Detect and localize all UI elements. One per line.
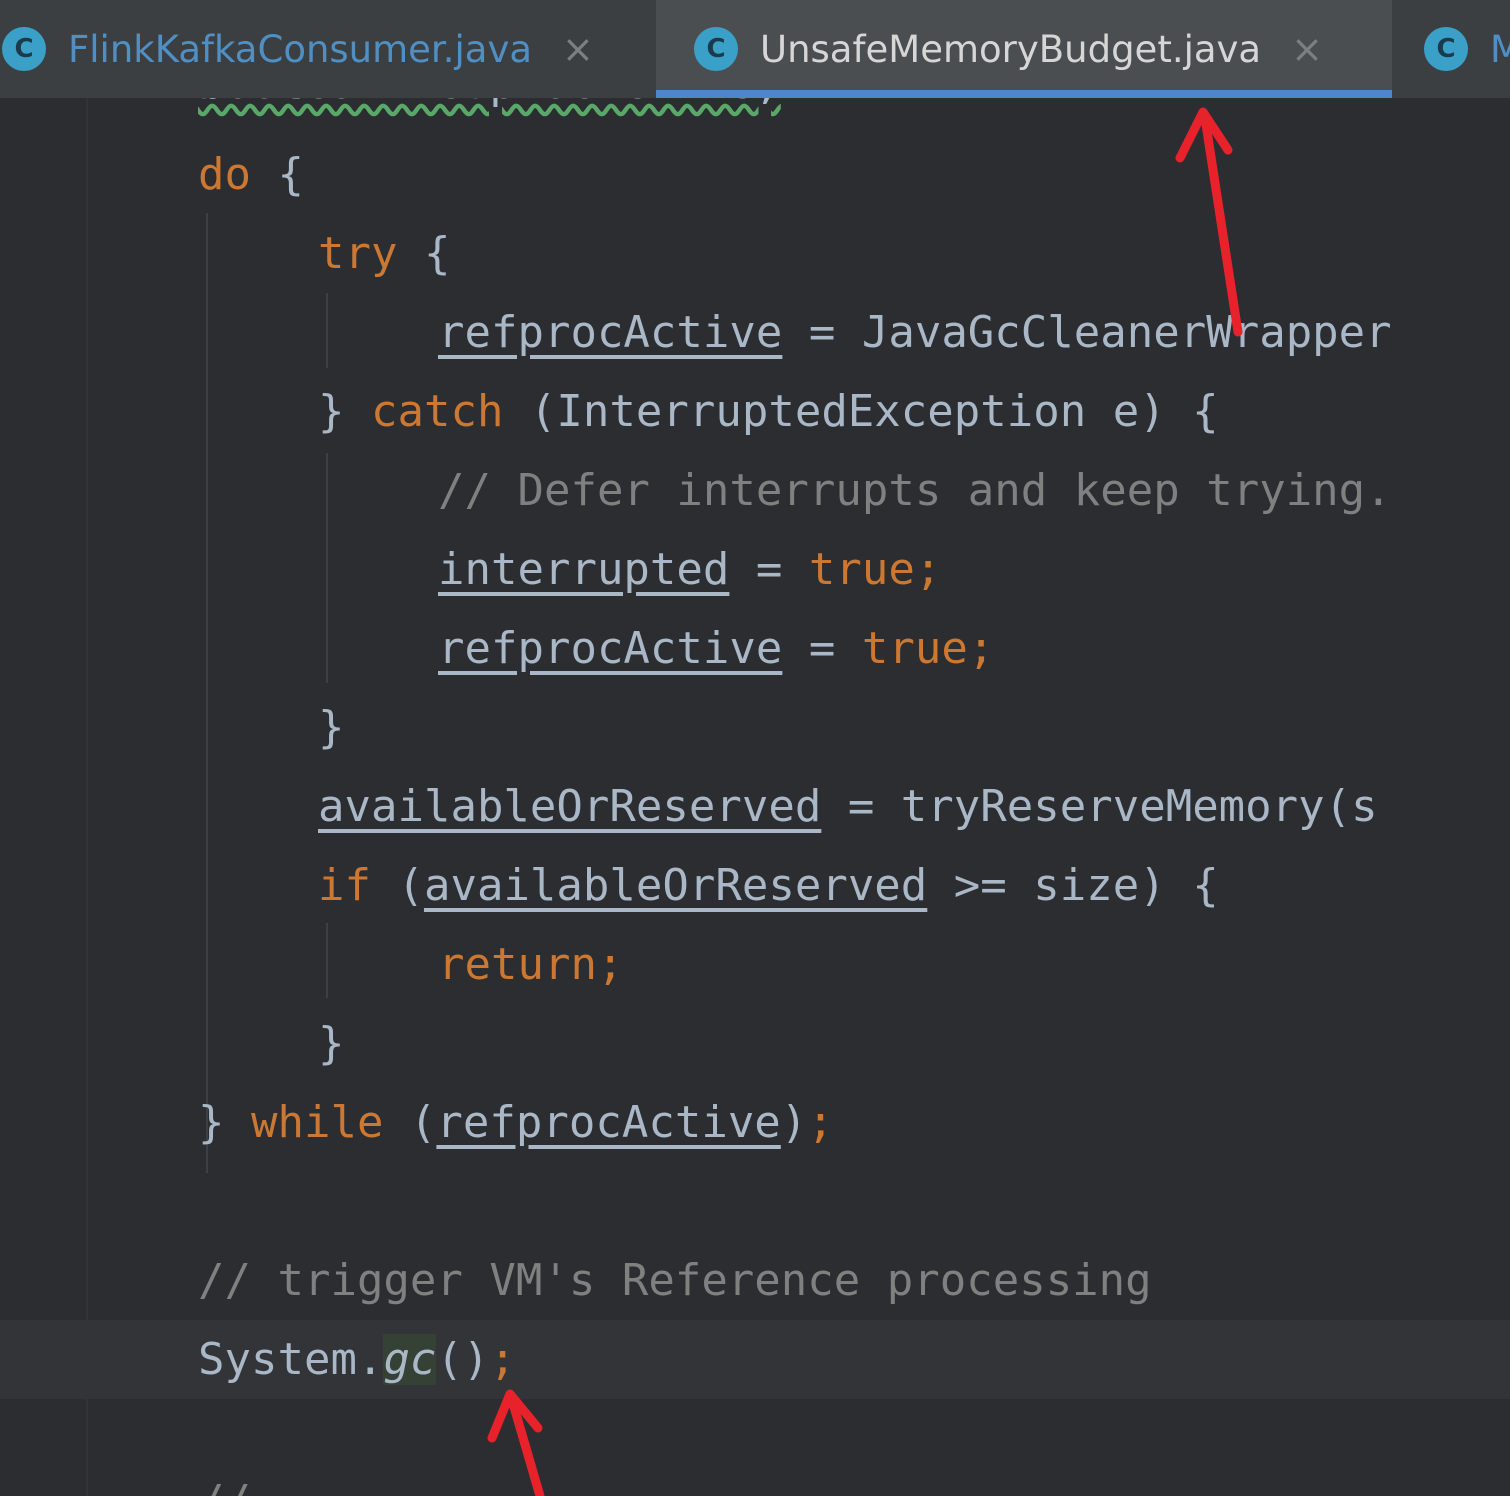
code-line: try {	[318, 228, 451, 279]
tab-unsafememorybudget[interactable]: C UnsafeMemoryBudget.java ×	[656, 0, 1392, 98]
code-line: refprocActive = true;	[438, 623, 995, 674]
code-line: } catch (InterruptedException e) {	[318, 386, 1219, 437]
indent-guide	[206, 213, 208, 1173]
code-line: refprocActive = JavaGcCleanerWrapper	[438, 307, 1392, 358]
code-line: if (availableOrReserved >= size) {	[318, 860, 1219, 911]
tab-label: UnsafeMemoryBudget.java	[760, 27, 1262, 71]
tab-label: FlinkKafkaConsumer.java	[68, 27, 533, 71]
code-comment: // Defer interrupts and keep trying.	[438, 465, 1392, 516]
gutter-divider	[86, 98, 88, 1496]
indent-guide	[326, 923, 328, 998]
code-comment: // trigger VM's Reference processing	[198, 1255, 1152, 1306]
indent-guide	[326, 453, 328, 683]
active-tab-indicator	[656, 90, 1392, 98]
tab-truncated[interactable]: C M	[1392, 0, 1510, 98]
class-icon: C	[1424, 27, 1468, 71]
code-line: availableOrReserved = tryReserveMemory(s	[318, 781, 1378, 832]
close-icon[interactable]: ×	[562, 27, 594, 71]
code-line: }	[318, 702, 345, 753]
code-line: do {	[198, 149, 304, 200]
editor-tab-bar: C FlinkKafkaConsumer.java × C UnsafeMemo…	[0, 0, 1510, 98]
tab-flinkkafkaconsumer[interactable]: C FlinkKafkaConsumer.java ×	[0, 0, 656, 98]
code-line-partial: boolean refprocActive;	[198, 98, 781, 109]
class-icon: C	[694, 27, 738, 71]
code-line: }	[318, 1018, 345, 1069]
class-icon: C	[2, 27, 46, 71]
close-icon[interactable]: ×	[1291, 27, 1323, 71]
indent-guide	[326, 293, 328, 368]
tab-label: M	[1490, 27, 1510, 71]
code-line-current: System.gc();	[0, 1320, 1510, 1399]
code-line: interrupted = true;	[438, 544, 942, 595]
code-line: } while (refprocActive);	[198, 1097, 834, 1148]
code-line: return;	[438, 939, 624, 990]
code-line-partial: // ...	[198, 1476, 357, 1496]
code-editor[interactable]: boolean refprocActive; do { try { refpro…	[0, 98, 1510, 1496]
